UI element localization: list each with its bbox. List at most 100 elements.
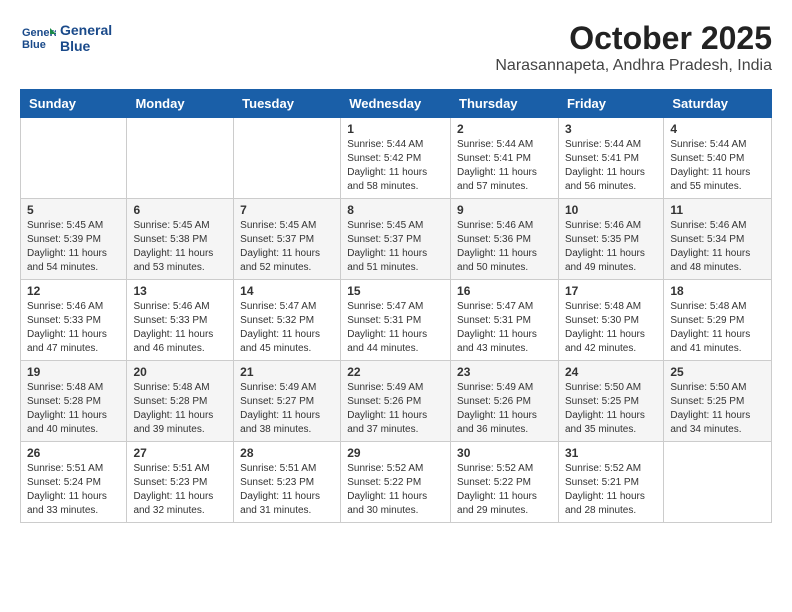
day-number: 4 — [670, 122, 765, 136]
day-number: 24 — [565, 365, 657, 379]
week-row-2: 5Sunrise: 5:45 AM Sunset: 5:39 PM Daylig… — [21, 199, 772, 280]
day-info: Sunrise: 5:45 AM Sunset: 5:37 PM Dayligh… — [240, 219, 334, 275]
calendar-cell: 11 Sunrise: 5:46 AM Sunset: 5:34 PM Dayli… — [664, 199, 772, 280]
day-info: Sunrise: 5:48 AM Sunset: 5:29 PM Dayligh… — [670, 300, 765, 356]
day-info: Sunrise: 5:48 AM Sunset: 5:28 PM Dayligh… — [27, 381, 120, 437]
week-row-4: 19 Sunrise: 5:48 AM Sunset: 5:28 PM Dayli… — [21, 361, 772, 442]
day-number: 5 — [27, 203, 120, 217]
calendar-cell: 14 Sunrise: 5:47 AM Sunset: 5:32 PM Dayli… — [234, 280, 341, 361]
day-info: Sunrise: 5:48 AM Sunset: 5:28 PM Dayligh… — [133, 381, 227, 437]
day-number: 25 — [670, 365, 765, 379]
day-number: 21 — [240, 365, 334, 379]
calendar-cell: 5Sunrise: 5:45 AM Sunset: 5:39 PM Daylig… — [21, 199, 127, 280]
day-info: Sunrise: 5:46 AM Sunset: 5:33 PM Dayligh… — [27, 300, 120, 356]
calendar-cell: 10 Sunrise: 5:46 AM Sunset: 5:35 PM Dayli… — [558, 199, 663, 280]
calendar-cell: 21 Sunrise: 5:49 AM Sunset: 5:27 PM Dayli… — [234, 361, 341, 442]
day-info: Sunrise: 5:52 AM Sunset: 5:22 PM Dayligh… — [347, 462, 444, 518]
day-number: 2 — [457, 122, 552, 136]
col-monday: Monday — [127, 90, 234, 118]
calendar-cell — [234, 118, 341, 199]
day-number: 29 — [347, 446, 444, 460]
calendar-cell: 3 Sunrise: 5:44 AM Sunset: 5:41 PM Daylig… — [558, 118, 663, 199]
day-info: Sunrise: 5:44 AM Sunset: 5:41 PM Dayligh… — [565, 138, 657, 194]
col-saturday: Saturday — [664, 90, 772, 118]
calendar-cell: 23Sunrise: 5:49 AM Sunset: 5:26 PM Dayli… — [451, 361, 559, 442]
col-thursday: Thursday — [451, 90, 559, 118]
day-info: Sunrise: 5:45 AM Sunset: 5:38 PM Dayligh… — [133, 219, 227, 275]
calendar-cell: 31Sunrise: 5:52 AM Sunset: 5:21 PM Dayli… — [558, 442, 663, 523]
day-number: 17 — [565, 284, 657, 298]
location-title: Narasannapeta, Andhra Pradesh, India — [495, 57, 772, 75]
day-number: 11 — [670, 203, 765, 217]
day-info: Sunrise: 5:47 AM Sunset: 5:32 PM Dayligh… — [240, 300, 334, 356]
day-info: Sunrise: 5:49 AM Sunset: 5:27 PM Dayligh… — [240, 381, 334, 437]
week-row-1: 1 Sunrise: 5:44 AM Sunset: 5:42 PM Daylig… — [21, 118, 772, 199]
day-number: 9 — [457, 203, 552, 217]
day-info: Sunrise: 5:47 AM Sunset: 5:31 PM Dayligh… — [347, 300, 444, 356]
day-number: 7 — [240, 203, 334, 217]
logo: General Blue General Blue — [20, 20, 112, 56]
week-row-3: 12 Sunrise: 5:46 AM Sunset: 5:33 PM Dayli… — [21, 280, 772, 361]
day-info: Sunrise: 5:44 AM Sunset: 5:41 PM Dayligh… — [457, 138, 552, 194]
day-info: Sunrise: 5:49 AM Sunset: 5:26 PM Dayligh… — [457, 381, 552, 437]
calendar-cell: 25Sunrise: 5:50 AM Sunset: 5:25 PM Dayli… — [664, 361, 772, 442]
day-info: Sunrise: 5:46 AM Sunset: 5:35 PM Dayligh… — [565, 219, 657, 275]
day-number: 12 — [27, 284, 120, 298]
day-info: Sunrise: 5:52 AM Sunset: 5:21 PM Dayligh… — [565, 462, 657, 518]
day-number: 19 — [27, 365, 120, 379]
calendar-cell — [127, 118, 234, 199]
day-number: 22 — [347, 365, 444, 379]
day-info: Sunrise: 5:52 AM Sunset: 5:22 PM Dayligh… — [457, 462, 552, 518]
day-info: Sunrise: 5:44 AM Sunset: 5:42 PM Dayligh… — [347, 138, 444, 194]
svg-text:Blue: Blue — [22, 39, 46, 51]
day-info: Sunrise: 5:48 AM Sunset: 5:30 PM Dayligh… — [565, 300, 657, 356]
calendar-cell: 6 Sunrise: 5:45 AM Sunset: 5:38 PM Daylig… — [127, 199, 234, 280]
calendar-cell: 22 Sunrise: 5:49 AM Sunset: 5:26 PM Dayli… — [341, 361, 451, 442]
calendar-cell: 8 Sunrise: 5:45 AM Sunset: 5:37 PM Daylig… — [341, 199, 451, 280]
col-sunday: Sunday — [21, 90, 127, 118]
day-info: Sunrise: 5:44 AM Sunset: 5:40 PM Dayligh… — [670, 138, 765, 194]
general-blue-logo-icon: General Blue — [20, 20, 56, 56]
day-info: Sunrise: 5:50 AM Sunset: 5:25 PM Dayligh… — [565, 381, 657, 437]
col-friday: Friday — [558, 90, 663, 118]
calendar-cell: 15Sunrise: 5:47 AM Sunset: 5:31 PM Dayli… — [341, 280, 451, 361]
calendar-cell: 2 Sunrise: 5:44 AM Sunset: 5:41 PM Daylig… — [451, 118, 559, 199]
day-number: 20 — [133, 365, 227, 379]
day-number: 14 — [240, 284, 334, 298]
calendar-cell: 13Sunrise: 5:46 AM Sunset: 5:33 PM Dayli… — [127, 280, 234, 361]
day-number: 8 — [347, 203, 444, 217]
week-row-5: 26 Sunrise: 5:51 AM Sunset: 5:24 PM Dayli… — [21, 442, 772, 523]
calendar-cell: 1 Sunrise: 5:44 AM Sunset: 5:42 PM Daylig… — [341, 118, 451, 199]
calendar-cell: 12 Sunrise: 5:46 AM Sunset: 5:33 PM Dayli… — [21, 280, 127, 361]
calendar-cell — [21, 118, 127, 199]
calendar-cell: 9Sunrise: 5:46 AM Sunset: 5:36 PM Daylig… — [451, 199, 559, 280]
calendar-cell: 16 Sunrise: 5:47 AM Sunset: 5:31 PM Dayli… — [451, 280, 559, 361]
day-number: 10 — [565, 203, 657, 217]
day-number: 27 — [133, 446, 227, 460]
day-number: 26 — [27, 446, 120, 460]
logo-text: General Blue — [60, 22, 112, 54]
calendar-cell: 20 Sunrise: 5:48 AM Sunset: 5:28 PM Dayli… — [127, 361, 234, 442]
month-title: October 2025 — [495, 20, 772, 57]
calendar-cell: 27 Sunrise: 5:51 AM Sunset: 5:23 PM Dayli… — [127, 442, 234, 523]
calendar-cell: 29 Sunrise: 5:52 AM Sunset: 5:22 PM Dayli… — [341, 442, 451, 523]
calendar-cell: 30Sunrise: 5:52 AM Sunset: 5:22 PM Dayli… — [451, 442, 559, 523]
col-wednesday: Wednesday — [341, 90, 451, 118]
day-info: Sunrise: 5:49 AM Sunset: 5:26 PM Dayligh… — [347, 381, 444, 437]
calendar-header-row: Sunday Monday Tuesday Wednesday Thursday… — [21, 90, 772, 118]
day-number: 16 — [457, 284, 552, 298]
calendar-cell: 26 Sunrise: 5:51 AM Sunset: 5:24 PM Dayli… — [21, 442, 127, 523]
day-number: 1 — [347, 122, 444, 136]
day-info: Sunrise: 5:46 AM Sunset: 5:33 PM Dayligh… — [133, 300, 227, 356]
day-info: Sunrise: 5:51 AM Sunset: 5:24 PM Dayligh… — [27, 462, 120, 518]
day-info: Sunrise: 5:51 AM Sunset: 5:23 PM Dayligh… — [133, 462, 227, 518]
day-info: Sunrise: 5:45 AM Sunset: 5:37 PM Dayligh… — [347, 219, 444, 275]
day-number: 6 — [133, 203, 227, 217]
day-number: 3 — [565, 122, 657, 136]
calendar-cell: 19 Sunrise: 5:48 AM Sunset: 5:28 PM Dayli… — [21, 361, 127, 442]
calendar-cell — [664, 442, 772, 523]
col-tuesday: Tuesday — [234, 90, 341, 118]
day-info: Sunrise: 5:46 AM Sunset: 5:34 PM Dayligh… — [670, 219, 765, 275]
calendar-cell: 18Sunrise: 5:48 AM Sunset: 5:29 PM Dayli… — [664, 280, 772, 361]
day-info: Sunrise: 5:47 AM Sunset: 5:31 PM Dayligh… — [457, 300, 552, 356]
